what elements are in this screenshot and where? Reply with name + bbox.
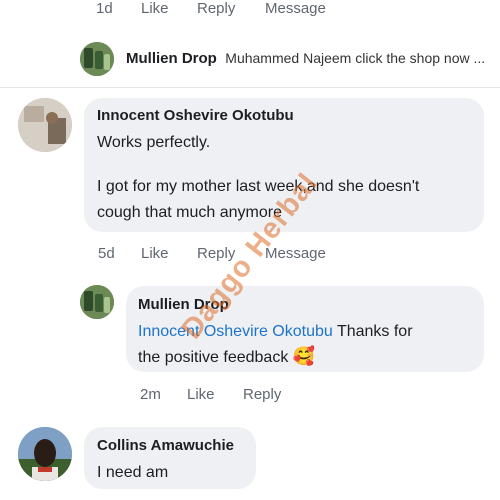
mention-link[interactable]: Innocent Oshevire Okotubu — [138, 323, 333, 340]
divider — [0, 87, 500, 88]
reply-text-2: the positive feedback — [138, 349, 289, 366]
comment-actions: 5d Like Reply Message — [0, 245, 500, 265]
like-link[interactable]: Like — [141, 245, 169, 262]
like-link[interactable]: Like — [141, 0, 169, 17]
message-link[interactable]: Message — [265, 0, 326, 17]
profile-photo-icon — [18, 427, 72, 481]
innocent-avatar[interactable] — [18, 98, 72, 152]
comment-time: 5d — [98, 245, 115, 262]
reply-bubble[interactable]: Mullien Drop Innocent Oshevire Okotubu T… — [126, 286, 484, 372]
comment-text: I need am — [97, 464, 169, 481]
comment-author[interactable]: Innocent Oshevire Okotubu — [97, 107, 294, 124]
comment-line-3: cough that much anymore — [97, 204, 282, 221]
comment-line-1: Works perfectly. — [97, 134, 211, 151]
collins-avatar[interactable] — [18, 427, 72, 481]
reply-text: Thanks for — [336, 323, 413, 340]
reply-link[interactable]: Reply — [243, 386, 281, 403]
reply-preview: Muhammed Najeem click the shop now ... — [225, 50, 486, 66]
reply-time: 2m — [140, 386, 161, 403]
reply-author[interactable]: Mullien Drop — [126, 50, 217, 67]
reply-link[interactable]: Reply — [197, 0, 235, 17]
herbal-product-icon — [80, 42, 114, 76]
comment-line-2: I got for my mother last week,and she do… — [97, 178, 420, 195]
top-comment-actions: 1d Like Reply Message — [0, 0, 500, 20]
reply-line-1: Innocent Oshevire Okotubu Thanks for — [138, 319, 413, 345]
comment-bubble[interactable]: Collins Amawuchie I need am — [84, 427, 256, 489]
reply-actions: 2m Like Reply — [0, 386, 500, 406]
smiling-face-with-hearts-emoji: 🥰 — [292, 346, 316, 366]
comment-time: 1d — [96, 0, 113, 17]
collapsed-reply[interactable]: Mullien Drop Muhammed Najeem click the s… — [126, 50, 485, 68]
profile-photo-icon — [18, 98, 72, 152]
comment-bubble[interactable]: Innocent Oshevire Okotubu Works perfectl… — [84, 98, 484, 232]
message-link[interactable]: Message — [265, 245, 326, 262]
reply-line-2: the positive feedback 🥰 — [138, 343, 315, 371]
comment-author[interactable]: Collins Amawuchie — [97, 437, 234, 454]
mullien-drop-avatar[interactable] — [80, 285, 114, 319]
herbal-product-icon — [80, 285, 114, 319]
like-link[interactable]: Like — [187, 386, 215, 403]
reply-link[interactable]: Reply — [197, 245, 235, 262]
mullien-drop-avatar[interactable] — [80, 42, 114, 76]
reply-author[interactable]: Mullien Drop — [138, 296, 229, 313]
